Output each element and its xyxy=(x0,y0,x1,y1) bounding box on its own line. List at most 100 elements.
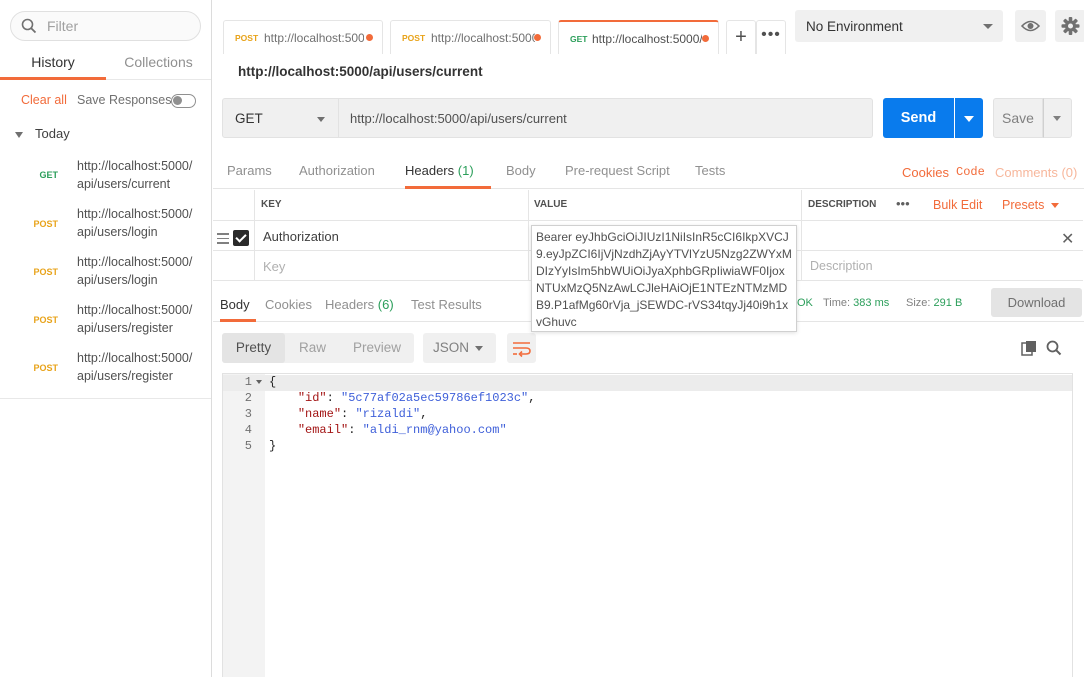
json-key: "id" xyxy=(297,391,327,405)
send-button[interactable]: Send xyxy=(883,98,954,138)
tab-response-headers[interactable]: Headers (6) xyxy=(325,297,394,322)
history-item-url: http://localhost:5000/api/users/register xyxy=(77,349,207,385)
url-input[interactable] xyxy=(339,98,873,138)
time-display: Time: 383 ms xyxy=(823,297,889,309)
drag-handle-icon[interactable] xyxy=(217,233,229,247)
tab-body[interactable]: Body xyxy=(506,163,536,189)
history-item[interactable]: POST http://localhost:5000/api/users/log… xyxy=(0,205,211,253)
size-label: Size: xyxy=(906,297,931,309)
tab-authorization[interactable]: Authorization xyxy=(299,163,375,189)
headers-table-header: KEY VALUE DESCRIPTION ••• Bulk Edit Pres… xyxy=(213,190,1083,221)
filter-input[interactable] xyxy=(47,17,197,35)
history-item[interactable]: GET http://localhost:5000/api/users/curr… xyxy=(0,157,211,205)
chevron-down-icon xyxy=(475,346,483,351)
pretty-button[interactable]: Pretty xyxy=(222,333,285,363)
tab-history[interactable]: History xyxy=(0,48,106,80)
header-key: Authorization xyxy=(263,229,339,244)
more-tabs-icon[interactable]: ••• xyxy=(756,20,786,54)
request-tab[interactable]: POST http://localhost:5000 xyxy=(223,20,383,54)
tab-tests[interactable]: Tests xyxy=(695,163,725,189)
tab-response-headers-label: Headers xyxy=(325,297,375,312)
tab-collections[interactable]: Collections xyxy=(106,48,211,80)
history-divider xyxy=(0,398,211,399)
history-item-url: http://localhost:5000/api/users/register xyxy=(77,301,207,337)
preview-button[interactable]: Preview xyxy=(353,340,401,355)
environment-select[interactable]: No Environment xyxy=(795,10,1003,42)
format-group: Pretty Raw Preview xyxy=(222,333,414,363)
fold-toggle-icon[interactable] xyxy=(256,380,262,384)
history-item[interactable]: POST http://localhost:5000/api/users/reg… xyxy=(0,349,211,397)
save-responses-label: Save Responses xyxy=(77,93,172,107)
header-key-cell[interactable]: Key xyxy=(254,251,528,280)
json-value: "rizaldi" xyxy=(355,407,421,421)
presets-button[interactable]: Presets xyxy=(1002,198,1059,212)
settings-button[interactable] xyxy=(1055,10,1084,42)
col-value-label: VALUE xyxy=(534,199,568,210)
header-row-checkbox[interactable] xyxy=(233,230,249,246)
save-options-button[interactable] xyxy=(1043,98,1072,138)
tab-pre-request-script[interactable]: Pre-request Script xyxy=(565,163,670,189)
save-responses-toggle[interactable] xyxy=(171,94,196,108)
wrap-lines-icon xyxy=(513,342,531,358)
tab-response-body[interactable]: Body xyxy=(220,297,256,322)
unsaved-dot-icon xyxy=(366,34,373,41)
send-options-button[interactable] xyxy=(955,98,983,138)
clear-all-button[interactable]: Clear all xyxy=(21,93,67,107)
line-number: 4 xyxy=(244,423,252,437)
code-line: "name": "rizaldi", xyxy=(297,407,428,421)
more-options-icon[interactable]: ••• xyxy=(896,196,910,211)
history-group-today[interactable]: Today xyxy=(15,126,70,141)
history-item-url-line2: api/users/login xyxy=(77,225,158,239)
search-icon[interactable] xyxy=(1046,340,1062,356)
tab-params[interactable]: Params xyxy=(227,163,272,189)
new-tab-button[interactable]: + xyxy=(726,20,756,54)
response-body-editor[interactable]: 1 2 3 4 5 { "id": "5c77af02a5ec59786ef10… xyxy=(222,373,1073,677)
method-select[interactable]: GET xyxy=(222,98,339,138)
save-button[interactable]: Save xyxy=(993,98,1043,138)
request-tab-active[interactable]: GET http://localhost:5000/ xyxy=(558,20,719,54)
code-line: { xyxy=(269,375,277,389)
history-item-url-line1: http://localhost:5000/ xyxy=(77,207,193,221)
header-description-placeholder: Description xyxy=(810,259,873,273)
col-description-header: DESCRIPTION ••• Bulk Edit Presets xyxy=(801,190,1083,220)
active-line xyxy=(223,375,1072,391)
history-item[interactable]: POST http://localhost:5000/api/users/log… xyxy=(0,253,211,301)
chevron-down-icon xyxy=(983,24,993,29)
request-tab-method: POST xyxy=(235,33,259,43)
bulk-edit-button[interactable]: Bulk Edit xyxy=(933,198,982,212)
history-item-url-line1: http://localhost:5000/ xyxy=(77,159,193,173)
comments-link[interactable]: Comments (0) xyxy=(995,165,1077,180)
request-tab[interactable]: POST http://localhost:5000 xyxy=(390,20,551,54)
history-item-url-line2: api/users/login xyxy=(77,273,158,287)
chevron-down-icon xyxy=(1050,203,1059,209)
tab-test-results[interactable]: Test Results xyxy=(411,297,482,322)
history-item-url-line1: http://localhost:5000/ xyxy=(77,255,193,269)
history-item-url-line2: api/users/register xyxy=(77,321,173,335)
json-value: "5c77af02a5ec59786ef1023c" xyxy=(341,391,529,405)
history-item-url: http://localhost:5000/api/users/current xyxy=(77,157,207,193)
history-item[interactable]: POST http://localhost:5000/api/users/reg… xyxy=(0,301,211,349)
gear-icon xyxy=(1061,17,1080,35)
header-key-cell[interactable]: Authorization xyxy=(254,221,528,250)
tab-response-cookies[interactable]: Cookies xyxy=(265,297,312,322)
wrap-lines-button[interactable] xyxy=(507,333,536,363)
line-number: 1 xyxy=(244,375,252,389)
cookies-link[interactable]: Cookies xyxy=(902,165,949,180)
tab-headers[interactable]: Headers (1) xyxy=(405,163,491,189)
close-icon[interactable]: ✕ xyxy=(1061,229,1074,249)
request-tab-url: http://localhost:5000 xyxy=(264,31,364,45)
request-tab-method: GET xyxy=(570,34,588,44)
code-link[interactable]: Code xyxy=(956,165,985,179)
header-description-cell[interactable] xyxy=(801,221,1083,250)
header-description-cell[interactable]: Description xyxy=(801,251,1083,280)
filter-box[interactable] xyxy=(10,11,201,41)
history-item-method: POST xyxy=(33,315,58,325)
code-line: "id": "5c77af02a5ec59786ef1023c", xyxy=(297,391,536,405)
raw-button[interactable]: Raw xyxy=(299,340,326,355)
history-item-url: http://localhost:5000/api/users/login xyxy=(77,253,207,289)
size-value: 291 B xyxy=(933,297,963,309)
environment-quick-look-button[interactable] xyxy=(1015,10,1046,42)
language-select[interactable]: JSON xyxy=(423,333,496,363)
copy-icon[interactable] xyxy=(1021,340,1037,356)
download-button[interactable]: Download xyxy=(991,288,1082,317)
